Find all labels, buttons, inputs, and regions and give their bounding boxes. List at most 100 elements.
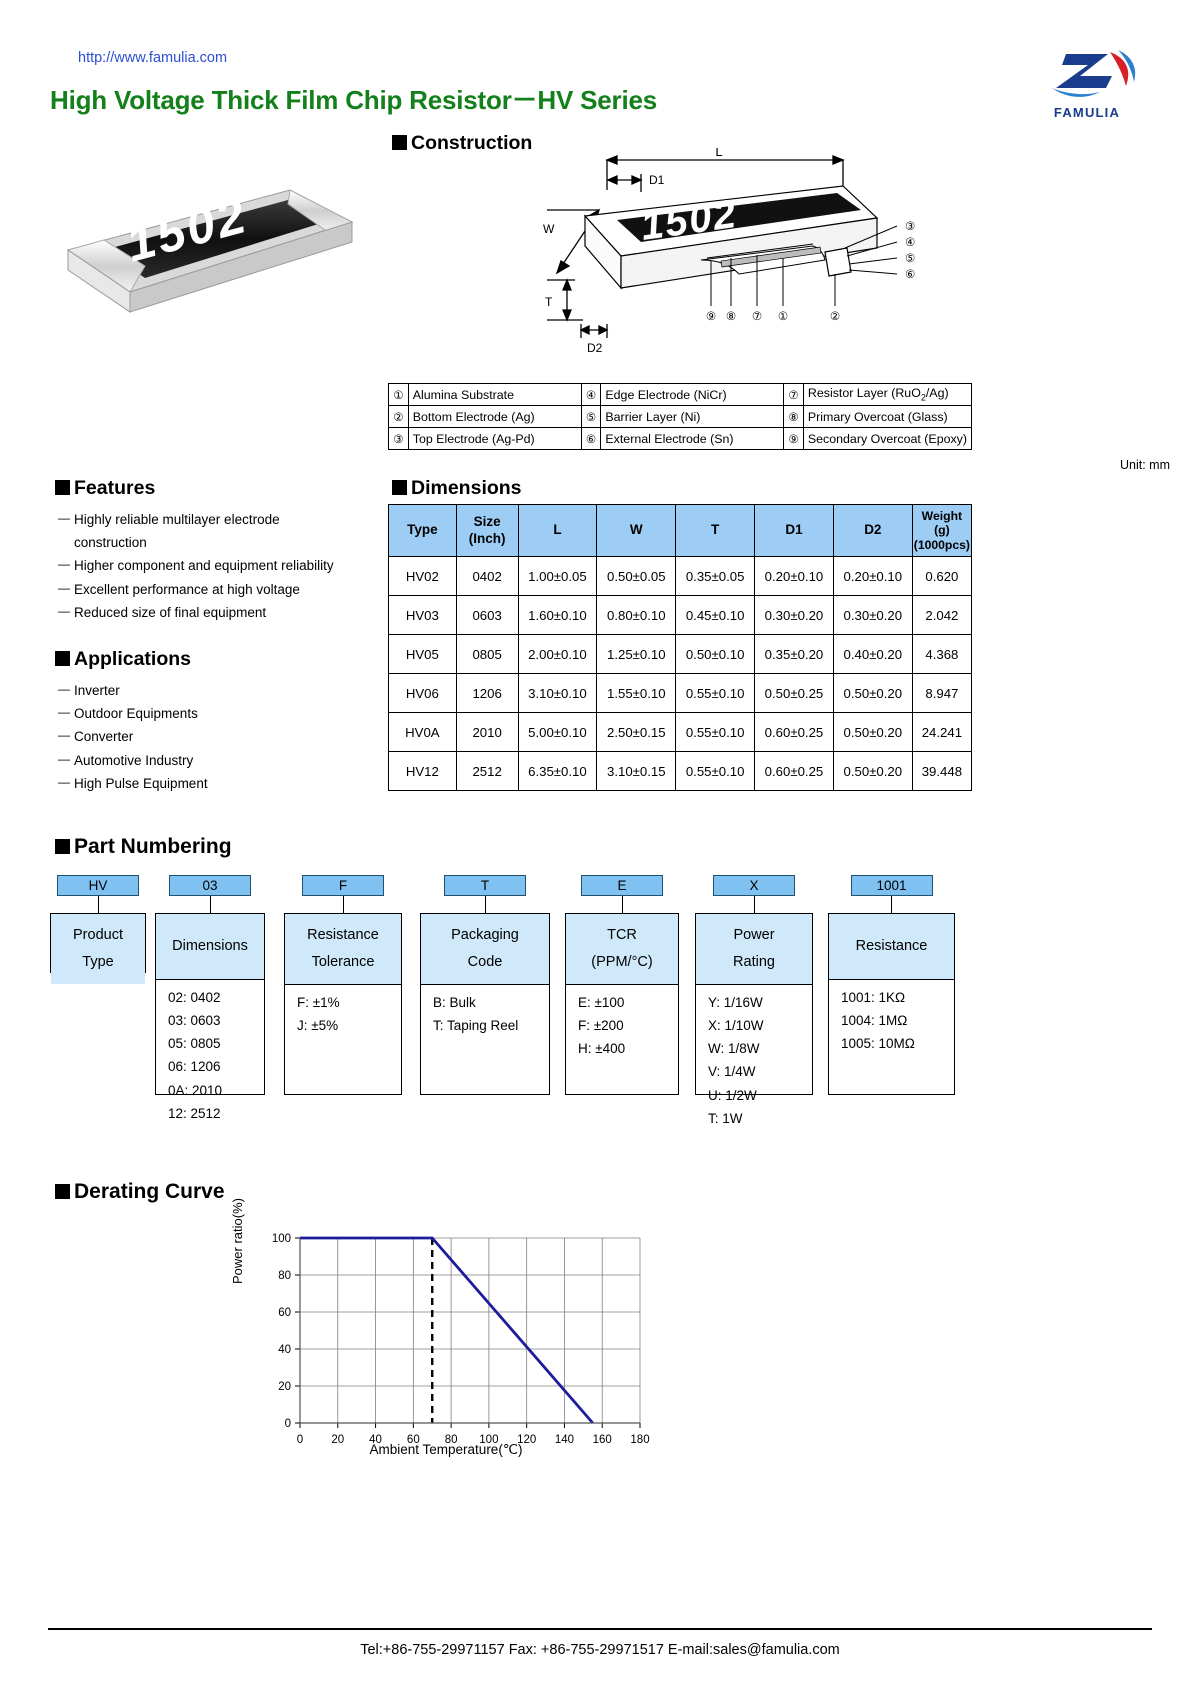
pn-box: Product Type [50,913,146,984]
chart-ytick-label: 20 [278,1381,291,1393]
list-item: High Pulse Equipment [58,772,380,795]
cell-type: HV02 [388,556,457,596]
section-heading-derating: Derating Curve [55,1180,225,1204]
chart-plot-area: 0204060801000 20 40 60 80 100 120 140 160 180 [272,1233,650,1446]
section-title-text: Features [74,477,156,499]
cell-weight: 39.448 [911,751,973,791]
chart-x-axis-label: Ambient Temperature(℃) [369,1442,523,1457]
cell-L: 3.10±0.10 [517,673,598,713]
pn-box-items: F: ±1% J: ±5% [297,994,340,1033]
callout-4: ④ [905,237,915,249]
legend-text: Top Electrode (Ag-Pd) [407,427,582,450]
pn-connector [753,896,755,913]
col-header-size: Size (Inch) [455,504,519,557]
dim-label-D2: D2 [587,341,603,355]
cell-D1: 0.60±0.25 [754,751,834,791]
col-header-T: T [675,504,756,557]
cell-size: 2010 [455,712,519,752]
legend-num: ② [388,405,409,428]
cell-D2: 0.50±0.20 [832,712,913,752]
cell-W: 3.10±0.15 [596,751,677,791]
pn-box: Dimensions 02: 0402 03: 0603 05: 0805 06… [155,913,265,1121]
square-bullet-icon [55,839,70,854]
col-header-type: Type [388,504,457,557]
col-header-L: L [517,504,598,557]
section-heading-dimensions: Dimensions [392,477,522,500]
cell-D1: 0.20±0.10 [754,556,834,596]
dim-label-L: L [715,148,722,159]
square-bullet-icon [55,1184,70,1199]
square-bullet-icon [55,651,70,666]
legend-text: Bottom Electrode (Ag) [407,405,582,428]
pn-box-items: Y: 1/16W X: 1/10W W: 1/8W V: 1/4W U: 1/2… [708,994,764,1126]
page-title: High Voltage Thick Film Chip Resistor－HV… [50,85,658,115]
logo-mark-icon [1052,50,1136,97]
cell-D2: 0.40±0.20 [832,634,913,674]
chart-ytick-label: 40 [278,1344,291,1356]
cell-weight: 4.368 [911,634,973,674]
pn-connector [342,896,344,913]
cell-weight: 0.620 [911,556,973,596]
pn-box: Resistance Tolerance F: ±1% J: ±5% [284,913,402,1095]
applications-list: Inverter Outdoor Equipments Converter Au… [58,679,380,795]
cell-type: HV05 [388,634,457,674]
list-item: Highly reliable multilayer electrode [58,508,380,531]
pn-box-items: E: ±100 F: ±200 H: ±400 [578,994,626,1057]
list-item: Outdoor Equipments [58,702,380,725]
callout-9: ⑨ [706,311,716,323]
pn-column-resistance: 1001 Resistance 1001: 1KΩ 1004: 1MΩ 1005… [828,875,955,1095]
pn-code-badge: X [713,875,795,896]
legend-num: ④ [580,383,602,406]
construction-drawing: 1502 L D1 W T D2 ⑨ ⑧ ⑦ ① ② ③ ④ ⑤ ⑥ [525,144,945,363]
cell-L: 2.00±0.10 [517,634,598,674]
legend-num: ⑥ [580,427,602,450]
table-row: ② Bottom Electrode (Ag) ⑤ Barrier Layer … [388,405,973,428]
chart-ytick-label: 60 [278,1307,291,1319]
section-title-text: Derating Curve [74,1180,225,1203]
cell-W: 0.80±0.10 [596,595,677,635]
legend-num: ③ [388,427,409,450]
construction-legend-table: ① Alumina Substrate ④ Edge Electrode (Ni… [388,383,973,450]
cell-T: 0.35±0.05 [675,556,756,596]
table-row: HV03 0603 1.60±0.10 0.80±0.10 0.45±0.10 … [388,595,973,635]
dim-label-D1: D1 [649,173,665,187]
pn-column-tcr: E TCR (PPM/°C) E: ±100 F: ±200 H: ±400 [565,875,679,1095]
dim-label-W: W [543,222,555,236]
pn-code-badge: T [444,875,526,896]
chart-ytick-label: 100 [272,1233,291,1245]
callout-1: ① [778,311,788,323]
cell-size: 0805 [455,634,519,674]
cell-D1: 0.50±0.25 [754,673,834,713]
table-row: HV02 0402 1.00±0.05 0.50±0.05 0.35±0.05 … [388,556,973,596]
famulia-logo: FAMULIA [1022,48,1152,120]
pn-code-badge: HV [57,875,139,896]
derating-chart: Power ratio(%) 0 20 40 60 80 100 0 20 40 60 80 100 1… [230,1198,656,1478]
callout-3: ③ [905,221,915,233]
pn-column-power-rating: X Power Rating Y: 1/16W X: 1/10W W: 1/8W… [695,875,813,1126]
cell-T: 0.45±0.10 [675,595,756,635]
cell-D1: 0.30±0.20 [754,595,834,635]
legend-num: ① [388,383,409,406]
section-heading-construction: Construction [392,132,532,155]
col-header-D1: D1 [754,504,834,557]
cell-T: 0.50±0.10 [675,634,756,674]
section-heading-part-numbering: Part Numbering [55,835,232,859]
legend-num: ⑤ [580,405,602,428]
chart-ytick-label: 80 [278,1270,291,1282]
cell-size: 1206 [455,673,519,713]
section-heading-applications: Applications [55,648,191,671]
table-row: HV0A 2010 5.00±0.10 2.50±0.15 0.55±0.10 … [388,712,973,752]
dimensions-table-body: HV02 0402 1.00±0.05 0.50±0.05 0.35±0.05 … [388,556,973,791]
list-item: Automotive Industry [58,749,380,772]
legend-num: ⑧ [783,405,804,428]
cell-type: HV03 [388,595,457,635]
website-url[interactable]: http://www.famulia.com [78,50,227,66]
section-title-text: Part Numbering [74,835,232,858]
table-row: HV06 1206 3.10±0.10 1.55±0.10 0.55±0.10 … [388,673,973,713]
legend-text: External Electrode (Sn) [600,427,785,450]
cell-type: HV12 [388,751,457,791]
pn-column-product-type: HV Product Type [50,875,146,984]
cell-type: HV0A [388,712,457,752]
list-item-continuation: construction [74,535,147,551]
table-row: ① Alumina Substrate ④ Edge Electrode (Ni… [388,383,973,406]
